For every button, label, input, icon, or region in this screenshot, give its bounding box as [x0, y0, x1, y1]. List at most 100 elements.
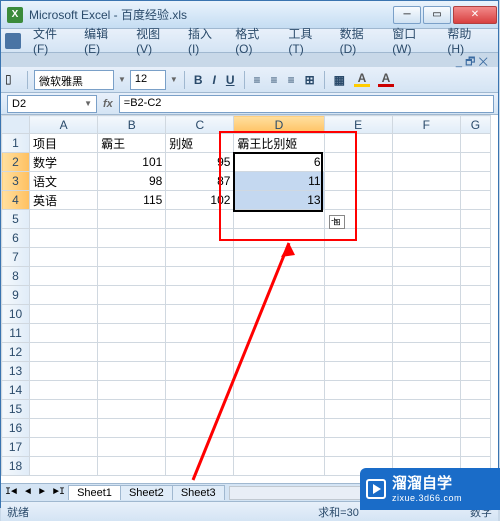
menu-tools[interactable]: 工具(T): [282, 23, 333, 58]
row-header-12[interactable]: 12: [2, 343, 30, 362]
cell[interactable]: [392, 191, 460, 210]
autofill-options-icon[interactable]: ⊞: [329, 215, 345, 229]
cell[interactable]: [392, 172, 460, 191]
cell[interactable]: 霸王比别姬: [234, 134, 324, 153]
menu-edit[interactable]: 编辑(E): [78, 23, 130, 58]
font-color-icon[interactable]: A: [378, 73, 394, 87]
row-header-8[interactable]: 8: [2, 267, 30, 286]
cell[interactable]: [324, 153, 392, 172]
maximize-button[interactable]: ▭: [423, 6, 451, 24]
watermark-brand: 溜溜自学: [392, 475, 462, 493]
italic-button[interactable]: I: [210, 73, 219, 87]
font-selector[interactable]: 微软雅黑: [34, 70, 114, 90]
formula-bar: D2 ▼ fx =B2-C2: [1, 93, 498, 115]
row-header-5[interactable]: 5: [2, 210, 30, 229]
spreadsheet-grid[interactable]: A B C D E F G 1 项目 霸王 别姬 霸王比别姬: [1, 115, 498, 483]
col-header-F[interactable]: F: [392, 116, 460, 134]
row-header-3[interactable]: 3: [2, 172, 30, 191]
new-icon[interactable]: ▯: [5, 72, 21, 88]
cell[interactable]: [392, 153, 460, 172]
excel-icon: X: [7, 7, 23, 23]
cell[interactable]: 别姬: [166, 134, 234, 153]
menu-window[interactable]: 窗口(W): [386, 23, 441, 58]
cell[interactable]: 英语: [30, 191, 98, 210]
select-all-corner[interactable]: [2, 116, 30, 134]
row-header-7[interactable]: 7: [2, 248, 30, 267]
col-header-A[interactable]: A: [30, 116, 98, 134]
close-button[interactable]: ✕: [453, 6, 497, 24]
chevron-down-icon[interactable]: ▼: [84, 99, 92, 108]
tab-sheet1[interactable]: Sheet1: [68, 485, 121, 500]
cell[interactable]: 语文: [30, 172, 98, 191]
menu-format[interactable]: 格式(O): [229, 23, 282, 58]
menu-insert[interactable]: 插入(I): [182, 23, 229, 58]
row-header-17[interactable]: 17: [2, 438, 30, 457]
row-header-1[interactable]: 1: [2, 134, 30, 153]
bold-button[interactable]: B: [191, 73, 206, 87]
tab-sheet3[interactable]: Sheet3: [172, 485, 225, 500]
window-title: Microsoft Excel - 百度经验.xls: [29, 6, 392, 23]
underline-button[interactable]: U: [223, 73, 238, 87]
row-header-4[interactable]: 4: [2, 191, 30, 210]
name-box[interactable]: D2 ▼: [7, 95, 97, 113]
col-header-C[interactable]: C: [166, 116, 234, 134]
watermark: 溜溜自学 zixue.3d66.com: [360, 468, 500, 510]
col-header-D[interactable]: D: [234, 116, 324, 134]
row-header-14[interactable]: 14: [2, 381, 30, 400]
col-header-B[interactable]: B: [98, 116, 166, 134]
row-header-2[interactable]: 2: [2, 153, 30, 172]
cell[interactable]: 6: [234, 153, 324, 172]
row-header-6[interactable]: 6: [2, 229, 30, 248]
cell[interactable]: 霸王: [98, 134, 166, 153]
align-left-icon[interactable]: ≡: [251, 73, 264, 87]
cell[interactable]: 11: [234, 172, 324, 191]
align-center-icon[interactable]: ≡: [268, 73, 281, 87]
cell[interactable]: [460, 153, 490, 172]
cell[interactable]: [460, 134, 490, 153]
tab-nav-last[interactable]: ►I: [49, 487, 69, 498]
border-icon[interactable]: ▦: [331, 73, 348, 87]
fx-icon[interactable]: fx: [103, 98, 113, 110]
cell[interactable]: 98: [98, 172, 166, 191]
formula-input[interactable]: =B2-C2: [119, 95, 494, 113]
cell[interactable]: 数学: [30, 153, 98, 172]
col-header-E[interactable]: E: [324, 116, 392, 134]
cell[interactable]: [324, 172, 392, 191]
tab-nav-next[interactable]: ►: [35, 487, 49, 498]
row-header-15[interactable]: 15: [2, 400, 30, 419]
cell[interactable]: [460, 172, 490, 191]
tab-nav-first[interactable]: I◄: [1, 487, 21, 498]
minimize-button[interactable]: ─: [393, 6, 421, 24]
fill-color-icon[interactable]: A: [354, 73, 370, 87]
cell[interactable]: 102: [166, 191, 234, 210]
menubar: 文件(F) 编辑(E) 视图(V) 插入(I) 格式(O) 工具(T) 数据(D…: [1, 29, 498, 53]
font-size-selector[interactable]: 12: [130, 70, 166, 90]
cell[interactable]: [460, 191, 490, 210]
cell[interactable]: 101: [98, 153, 166, 172]
row-header-16[interactable]: 16: [2, 419, 30, 438]
cell[interactable]: 87: [166, 172, 234, 191]
row-header-9[interactable]: 9: [2, 286, 30, 305]
menu-view[interactable]: 视图(V): [130, 23, 182, 58]
merge-icon[interactable]: ⊞: [302, 73, 318, 87]
cell[interactable]: 115: [98, 191, 166, 210]
cell[interactable]: [392, 134, 460, 153]
row-header-13[interactable]: 13: [2, 362, 30, 381]
save-icon[interactable]: [5, 33, 21, 49]
name-box-value: D2: [12, 98, 26, 110]
formatting-toolbar: ▯ 微软雅黑 ▼ 12 ▼ B I U ≡ ≡ ≡ ⊞ ▦ A A: [1, 67, 498, 93]
row-header-11[interactable]: 11: [2, 324, 30, 343]
cell[interactable]: 项目: [30, 134, 98, 153]
cell[interactable]: 95: [166, 153, 234, 172]
align-right-icon[interactable]: ≡: [285, 73, 298, 87]
row-header-18[interactable]: 18: [2, 457, 30, 476]
col-header-G[interactable]: G: [460, 116, 490, 134]
tab-nav-prev[interactable]: ◄: [21, 487, 35, 498]
tab-sheet2[interactable]: Sheet2: [120, 485, 173, 500]
menu-file[interactable]: 文件(F): [27, 23, 78, 58]
cell[interactable]: [324, 191, 392, 210]
menu-data[interactable]: 数据(D): [334, 23, 387, 58]
cell[interactable]: 13: [234, 191, 324, 210]
cell[interactable]: [324, 134, 392, 153]
row-header-10[interactable]: 10: [2, 305, 30, 324]
